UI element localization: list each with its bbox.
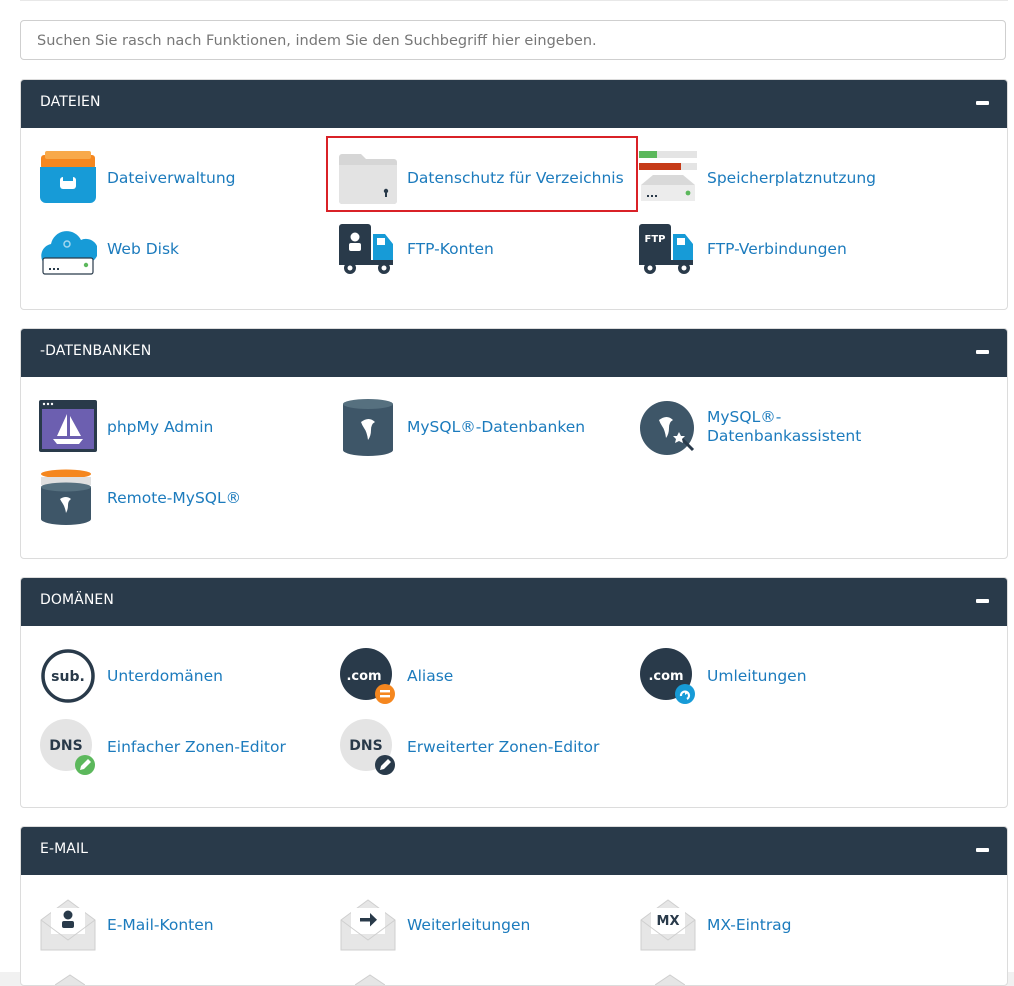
panel-header[interactable]: DATEIEN [21,80,1007,128]
aliases-icon: .com [340,648,395,704]
item-label: Umleitungen [707,667,807,685]
item-label: Weiterleitungen [407,916,531,934]
panel-header[interactable]: E-MAIL [21,827,1007,875]
file-manager-icon [40,151,96,203]
redirects-link[interactable]: .com Umleitungen [639,647,939,707]
remote-mysql-icon [41,469,91,525]
item-label: phpMy Admin [107,418,214,436]
subdomains-link[interactable]: sub. Unterdomänen [39,647,289,707]
web-disk-icon [41,231,97,275]
panel-header[interactable]: DOMÄNEN [21,578,1007,626]
forwarders-icon [340,899,396,951]
item-label: Dateiverwaltung [107,169,236,187]
mx-entry-icon: MX [640,899,696,951]
item-label: Web Disk [107,240,180,258]
panel-databases: -DATENBANKEN phpMy Admin MySQL®-Datenban… [20,328,1008,559]
item-label: Unterdomänen [107,667,223,685]
forwarders-link[interactable]: Weiterleitungen [339,896,589,956]
divider [20,0,1008,1]
simple-zone-editor-link[interactable]: DNS Einfacher Zonen-Editor [39,718,339,778]
panel-title: DATEIEN [40,94,101,110]
svg-text:.com: .com [648,669,683,684]
item-label-line2: Datenbankassistent [707,427,862,445]
item-label: Erweiterter Zonen-Editor [407,738,600,756]
ftp-connections-icon: FTP [639,224,693,274]
collapse-icon[interactable] [976,350,989,354]
item-label: MX-Eintrag [707,916,792,934]
ftp-connections-link[interactable]: FTP FTP-Verbindungen [639,220,939,280]
svg-text:DNS: DNS [349,738,382,754]
mysql-databases-icon [343,399,393,456]
mysql-wizard-link[interactable]: MySQL®- Datenbankassistent [639,398,939,458]
panel-header[interactable]: -DATENBANKEN [21,329,1007,377]
collapse-icon[interactable] [976,101,989,105]
item-label: MySQL®- [707,408,782,426]
collapse-icon[interactable] [976,599,989,603]
item-label: Aliase [407,667,454,685]
mx-entry-link[interactable]: MX MX-Eintrag [639,896,889,956]
highlight-box [326,136,638,212]
item-label: MySQL®-Datenbanken [407,418,586,436]
advanced-zone-editor-link[interactable]: DNS Erweiterter Zonen-Editor [339,718,659,778]
svg-text:MX: MX [657,914,680,929]
panel-title: -DATENBANKEN [40,343,152,359]
page: DATEIEN Dateiverwaltung Datenschutz für … [0,0,1014,986]
phpmyadmin-link[interactable]: phpMy Admin [39,398,289,458]
partial-icon [655,974,685,985]
file-manager-link[interactable]: Dateiverwaltung [39,149,289,209]
svg-text:sub.: sub. [51,669,85,685]
search-input[interactable] [35,21,989,61]
svg-text:.com: .com [346,669,381,684]
web-disk-link[interactable]: Web Disk [39,220,289,280]
redirects-icon: .com [640,648,695,704]
svg-text:FTP: FTP [645,234,666,245]
collapse-icon[interactable] [976,848,989,852]
panel-title: E-MAIL [40,841,89,857]
email-accounts-link[interactable]: E-Mail-Konten [39,896,289,956]
panel-email: E-MAIL E-Mail-Konten Weiterleitungen MX … [20,826,1008,986]
item-label: Speicherplatznutzung [707,169,876,187]
ftp-accounts-icon [339,224,393,274]
mysql-wizard-icon [640,401,695,455]
item-label: E-Mail-Konten [107,916,214,934]
disk-usage-icon [639,151,697,201]
item-label: Remote-MySQL® [107,489,242,507]
aliases-link[interactable]: .com Aliase [339,647,589,707]
panel-domains: DOMÄNEN sub. Unterdomänen .com Aliase .c… [20,577,1008,808]
partial-icon [55,974,85,985]
disk-usage-link[interactable]: Speicherplatznutzung [639,149,939,209]
subdomains-icon: sub. [41,649,95,703]
advanced-zone-editor-icon: DNS [340,719,395,775]
panel-title: DOMÄNEN [40,592,114,608]
item-label: Einfacher Zonen-Editor [107,738,286,756]
svg-text:DNS: DNS [49,738,82,754]
search-box[interactable] [20,20,1006,61]
email-accounts-icon [40,899,96,951]
item-label: FTP-Konten [407,240,494,258]
partial-icon [355,974,385,985]
item-label: FTP-Verbindungen [707,240,847,258]
ftp-accounts-link[interactable]: FTP-Konten [339,220,589,280]
phpmyadmin-icon [39,400,97,452]
simple-zone-editor-icon: DNS [40,719,95,775]
remote-mysql-link[interactable]: Remote-MySQL® [39,469,289,529]
mysql-databases-link[interactable]: MySQL®-Datenbanken [339,398,639,458]
